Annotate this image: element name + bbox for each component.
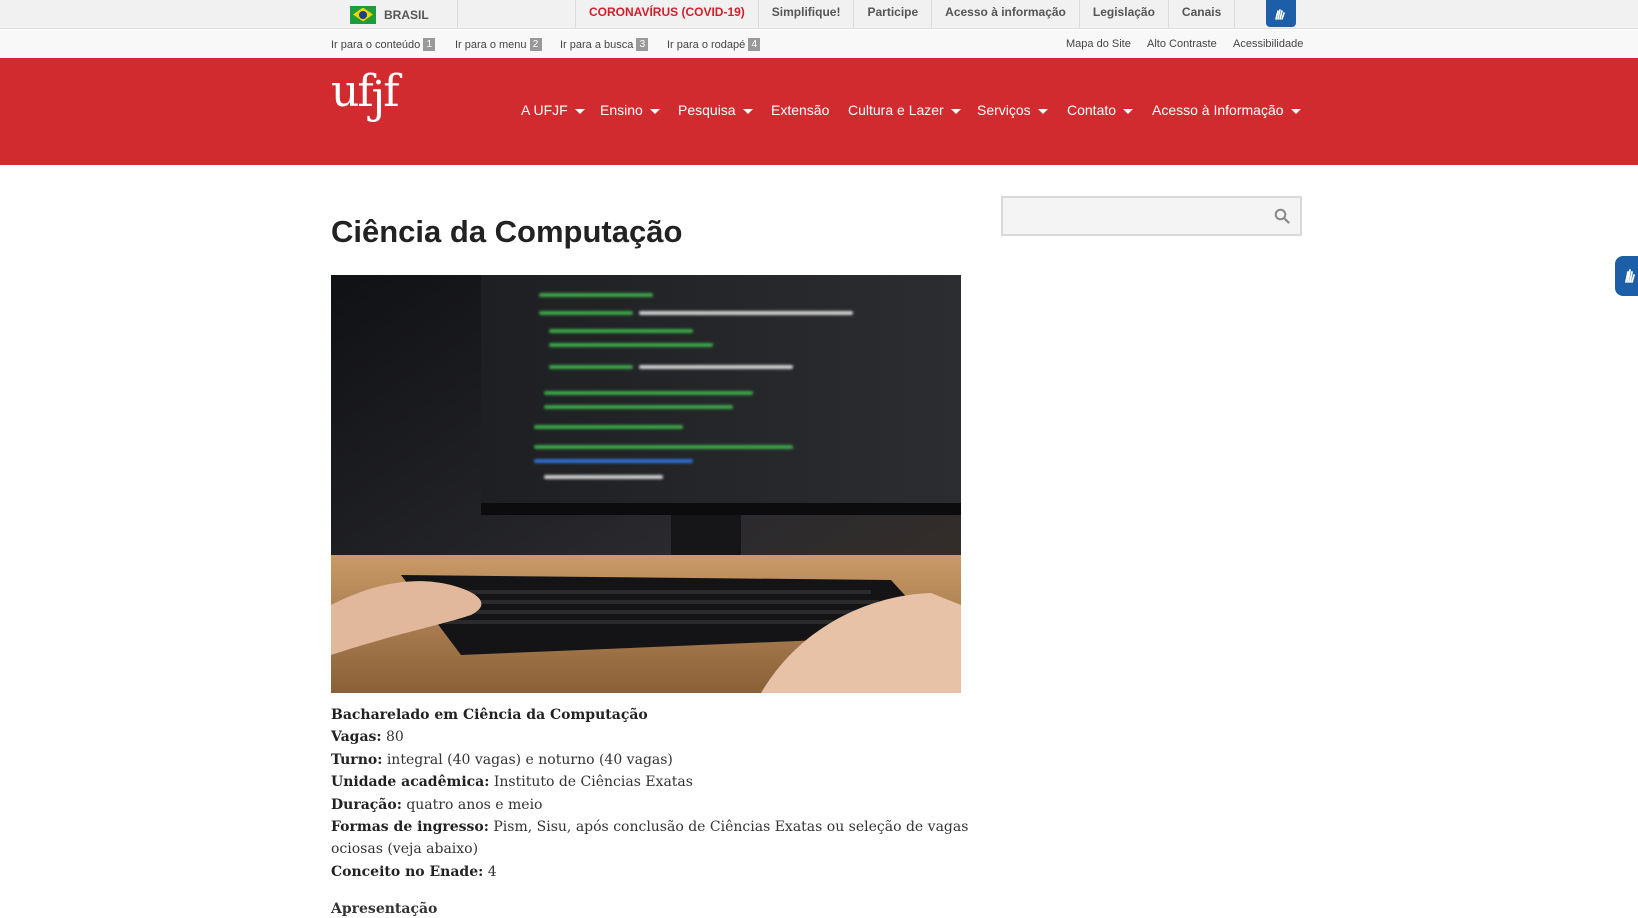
- fact-label: Duração:: [331, 796, 402, 813]
- fact-unidade: Unidade acadêmica: Instituto de Ciências…: [331, 771, 971, 793]
- course-facts: Bacharelado em Ciência da Computação Vag…: [331, 704, 971, 918]
- nav-a-ufjf[interactable]: A UFJF: [521, 102, 585, 118]
- nav-contato[interactable]: Contato: [1067, 102, 1134, 118]
- gov-link-legislacao[interactable]: Legislação: [1078, 0, 1168, 29]
- skip-label: Ir para o rodapé: [667, 38, 746, 51]
- vlibras-widget-button[interactable]: [1615, 256, 1638, 296]
- fact-value: quatro anos e meio: [401, 796, 543, 813]
- nav-acesso-informacao[interactable]: Acesso à Informação: [1152, 102, 1301, 118]
- shortcut-key: 4: [748, 38, 761, 51]
- nav-label: Pesquisa: [678, 102, 736, 118]
- skip-label: Ir para o conteúdo: [331, 38, 421, 51]
- caret-down-icon: [574, 108, 585, 114]
- page-title: Ciência da Computação: [331, 214, 683, 249]
- gov-links: CORONAVÍRUS (COVID-19) Simplifique! Part…: [575, 0, 1236, 29]
- fact-label: Unidade acadêmica:: [331, 774, 490, 791]
- search-box: [1001, 196, 1302, 236]
- fact-label: Conceito no Enade:: [331, 863, 484, 880]
- caret-down-icon: [1037, 108, 1048, 114]
- sign-language-icon: [1625, 269, 1635, 283]
- skip-to-menu[interactable]: Ir para o menu 2: [455, 38, 542, 51]
- brazil-flag-icon: [350, 5, 376, 24]
- nav-label: Extensão: [771, 102, 830, 118]
- nav-label: Serviços: [977, 102, 1031, 118]
- gov-link-canais[interactable]: Canais: [1167, 0, 1236, 29]
- fact-turno: Turno: integral (40 vagas) e noturno (40…: [331, 749, 971, 771]
- search-input[interactable]: [1003, 198, 1300, 234]
- section-heading-apresentacao: Apresentação: [331, 901, 438, 918]
- nav-pesquisa[interactable]: Pesquisa: [678, 102, 753, 118]
- nav-label: Ensino: [600, 102, 643, 118]
- caret-down-icon: [1290, 108, 1301, 114]
- fact-formas: Formas de ingresso: Pism, Sisu, após con…: [331, 816, 971, 861]
- fact-vagas: Vagas: 80: [331, 726, 971, 748]
- skip-label: Ir para o menu: [455, 38, 527, 51]
- accessibility-link[interactable]: Acessibilidade: [1233, 38, 1303, 50]
- accessibility-bar: Ir para o conteúdo 1 Ir para o menu 2 Ir p…: [0, 30, 1638, 58]
- fact-duracao: Duração: quatro anos e meio: [331, 794, 971, 816]
- libras-hands-icon[interactable]: [1266, 0, 1296, 27]
- ufjf-logo[interactable]: ufjf: [331, 70, 400, 120]
- high-contrast-link[interactable]: Alto Contraste: [1147, 38, 1217, 50]
- caret-down-icon: [742, 108, 753, 114]
- skip-label: Ir para a busca: [560, 38, 634, 51]
- facts-heading: Bacharelado em Ciência da Computação: [331, 704, 971, 726]
- nav-cultura-lazer[interactable]: Cultura e Lazer: [848, 102, 961, 118]
- fact-label: Turno:: [331, 751, 383, 768]
- skip-to-content[interactable]: Ir para o conteúdo 1: [331, 38, 436, 51]
- fact-label: Vagas:: [331, 729, 382, 746]
- fact-label: Formas de ingresso:: [331, 819, 489, 836]
- shortcut-key: 1: [423, 38, 436, 51]
- nav-extensao[interactable]: Extensão: [771, 102, 829, 118]
- caret-down-icon: [950, 108, 961, 114]
- caret-down-icon: [649, 108, 660, 114]
- caret-down-icon: [1123, 108, 1134, 114]
- hands-icon: [1275, 8, 1285, 20]
- nav-label: A UFJF: [521, 102, 568, 118]
- computer-code-photo: [331, 275, 961, 693]
- skip-to-footer[interactable]: Ir para o rodapé 4: [667, 38, 761, 51]
- gov-link-covid[interactable]: CORONAVÍRUS (COVID-19): [575, 0, 758, 29]
- brasil-link[interactable]: BRASIL: [331, 0, 458, 29]
- fact-value: integral (40 vagas) e noturno (40 vagas): [382, 751, 673, 768]
- course-image: [331, 275, 961, 693]
- nav-label: Acesso à Informação: [1152, 102, 1284, 118]
- shortcut-key: 3: [636, 38, 649, 51]
- site-map-link[interactable]: Mapa do Site: [1066, 38, 1131, 50]
- skip-to-search[interactable]: Ir para a busca 3: [560, 38, 649, 51]
- gov-top-bar: BRASIL CORONAVÍRUS (COVID-19) Simplifiqu…: [0, 0, 1638, 29]
- nav-label: Cultura e Lazer: [848, 102, 944, 118]
- fact-value: 4: [483, 863, 497, 880]
- nav-servicos[interactable]: Serviços: [977, 102, 1048, 118]
- nav-label: Contato: [1067, 102, 1117, 118]
- facts-heading-text: Bacharelado em Ciência da Computação: [331, 707, 648, 723]
- fact-value: Instituto de Ciências Exatas: [489, 774, 693, 791]
- gov-link-participe[interactable]: Participe: [853, 0, 931, 29]
- fact-value: 80: [381, 729, 404, 746]
- shortcut-key: 2: [529, 38, 542, 51]
- gov-link-acesso-informacao[interactable]: Acesso à informação: [931, 0, 1079, 29]
- gov-link-simplifique[interactable]: Simplifique!: [757, 0, 854, 29]
- search-icon[interactable]: [1274, 208, 1290, 224]
- nav-ensino[interactable]: Ensino: [600, 102, 660, 118]
- brasil-label: BRASIL: [384, 7, 429, 22]
- fact-enade: Conceito no Enade: 4: [331, 861, 971, 883]
